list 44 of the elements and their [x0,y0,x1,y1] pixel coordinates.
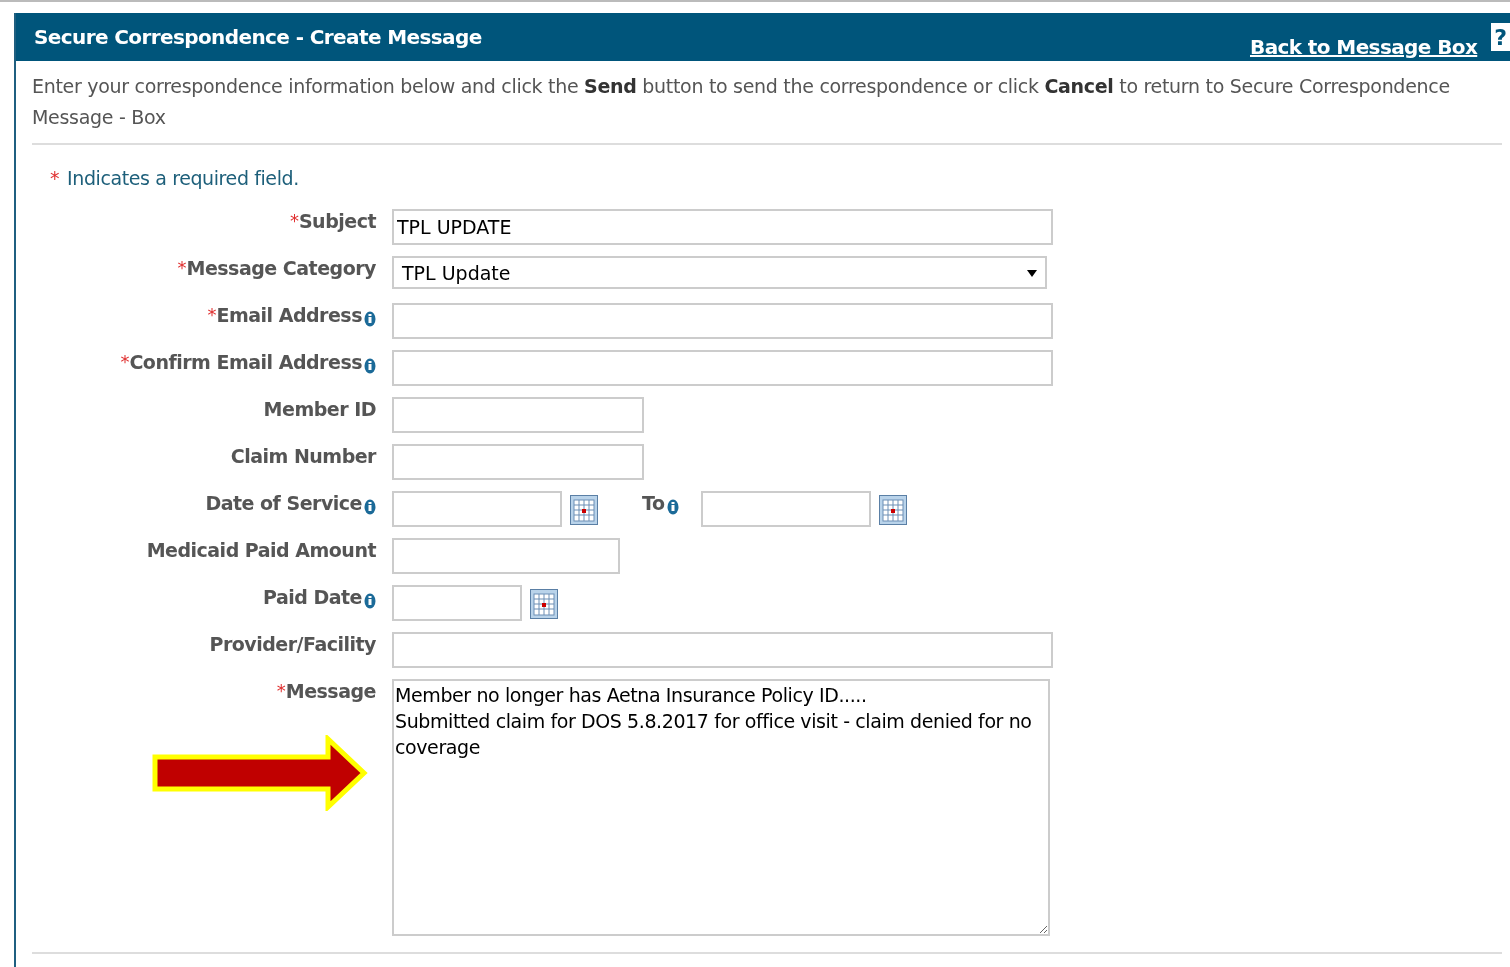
info-icon[interactable] [364,499,376,515]
input-field[interactable] [392,397,644,433]
page-title: Secure Correspondence - Create Message [34,25,482,49]
field-label: Message Category [186,257,376,279]
field-label: Email Address [216,304,362,326]
calendar-icon[interactable] [530,589,558,619]
field-label: Provider/Facility [209,633,376,655]
required-mark: * [289,210,299,231]
info-icon[interactable] [364,311,376,327]
info-icon[interactable] [364,358,376,374]
date-field[interactable] [700,491,871,527]
message-field[interactable]: Member no longer has Aetna Insurance Policy ID..... Submitted claim for DOS 5.8.2017 for office visit - claim denied for no coverage [392,679,1050,936]
field-label: Medicaid Paid Amount [146,539,376,561]
required-mark: * [207,304,217,325]
required-mark: * [50,167,60,189]
input-field[interactable] [392,444,644,480]
date-field[interactable] [392,491,562,527]
input-field[interactable] [392,350,1053,386]
category-dropdown[interactable]: TPL Update [392,256,1047,289]
date-field[interactable] [392,585,522,621]
required-mark: * [276,680,286,701]
instructions-text: Enter your correspondence information below and click the Send button to send the correspondence or click Cancel to return to Secure Correspondence Message - Box [32,74,1451,130]
calendar-icon[interactable] [878,495,907,525]
required-mark: * [120,351,130,372]
field-label: To [642,492,665,514]
required-note: Indicates a required field. [67,167,299,189]
input-field[interactable] [392,632,1053,668]
input-field[interactable] [392,538,620,574]
input-field[interactable]: TPL UPDATE [392,209,1053,245]
input-field[interactable] [392,303,1053,339]
required-mark: * [177,257,187,278]
field-label: Date of Service [205,492,362,514]
help-button[interactable]: ? [1491,23,1510,51]
field-label: Paid Date [262,586,362,608]
field-label: Message [285,680,376,702]
field-label: Subject [298,210,376,232]
info-icon[interactable] [666,499,679,515]
back-link[interactable]: Back to Message Box [1250,35,1478,61]
caret-icon [1027,267,1037,278]
field-label: Claim Number [230,445,376,467]
field-label: Member ID [263,398,376,420]
field-label: Confirm Email Address [129,351,362,373]
calendar-icon[interactable] [570,495,598,525]
info-icon[interactable] [364,593,376,609]
